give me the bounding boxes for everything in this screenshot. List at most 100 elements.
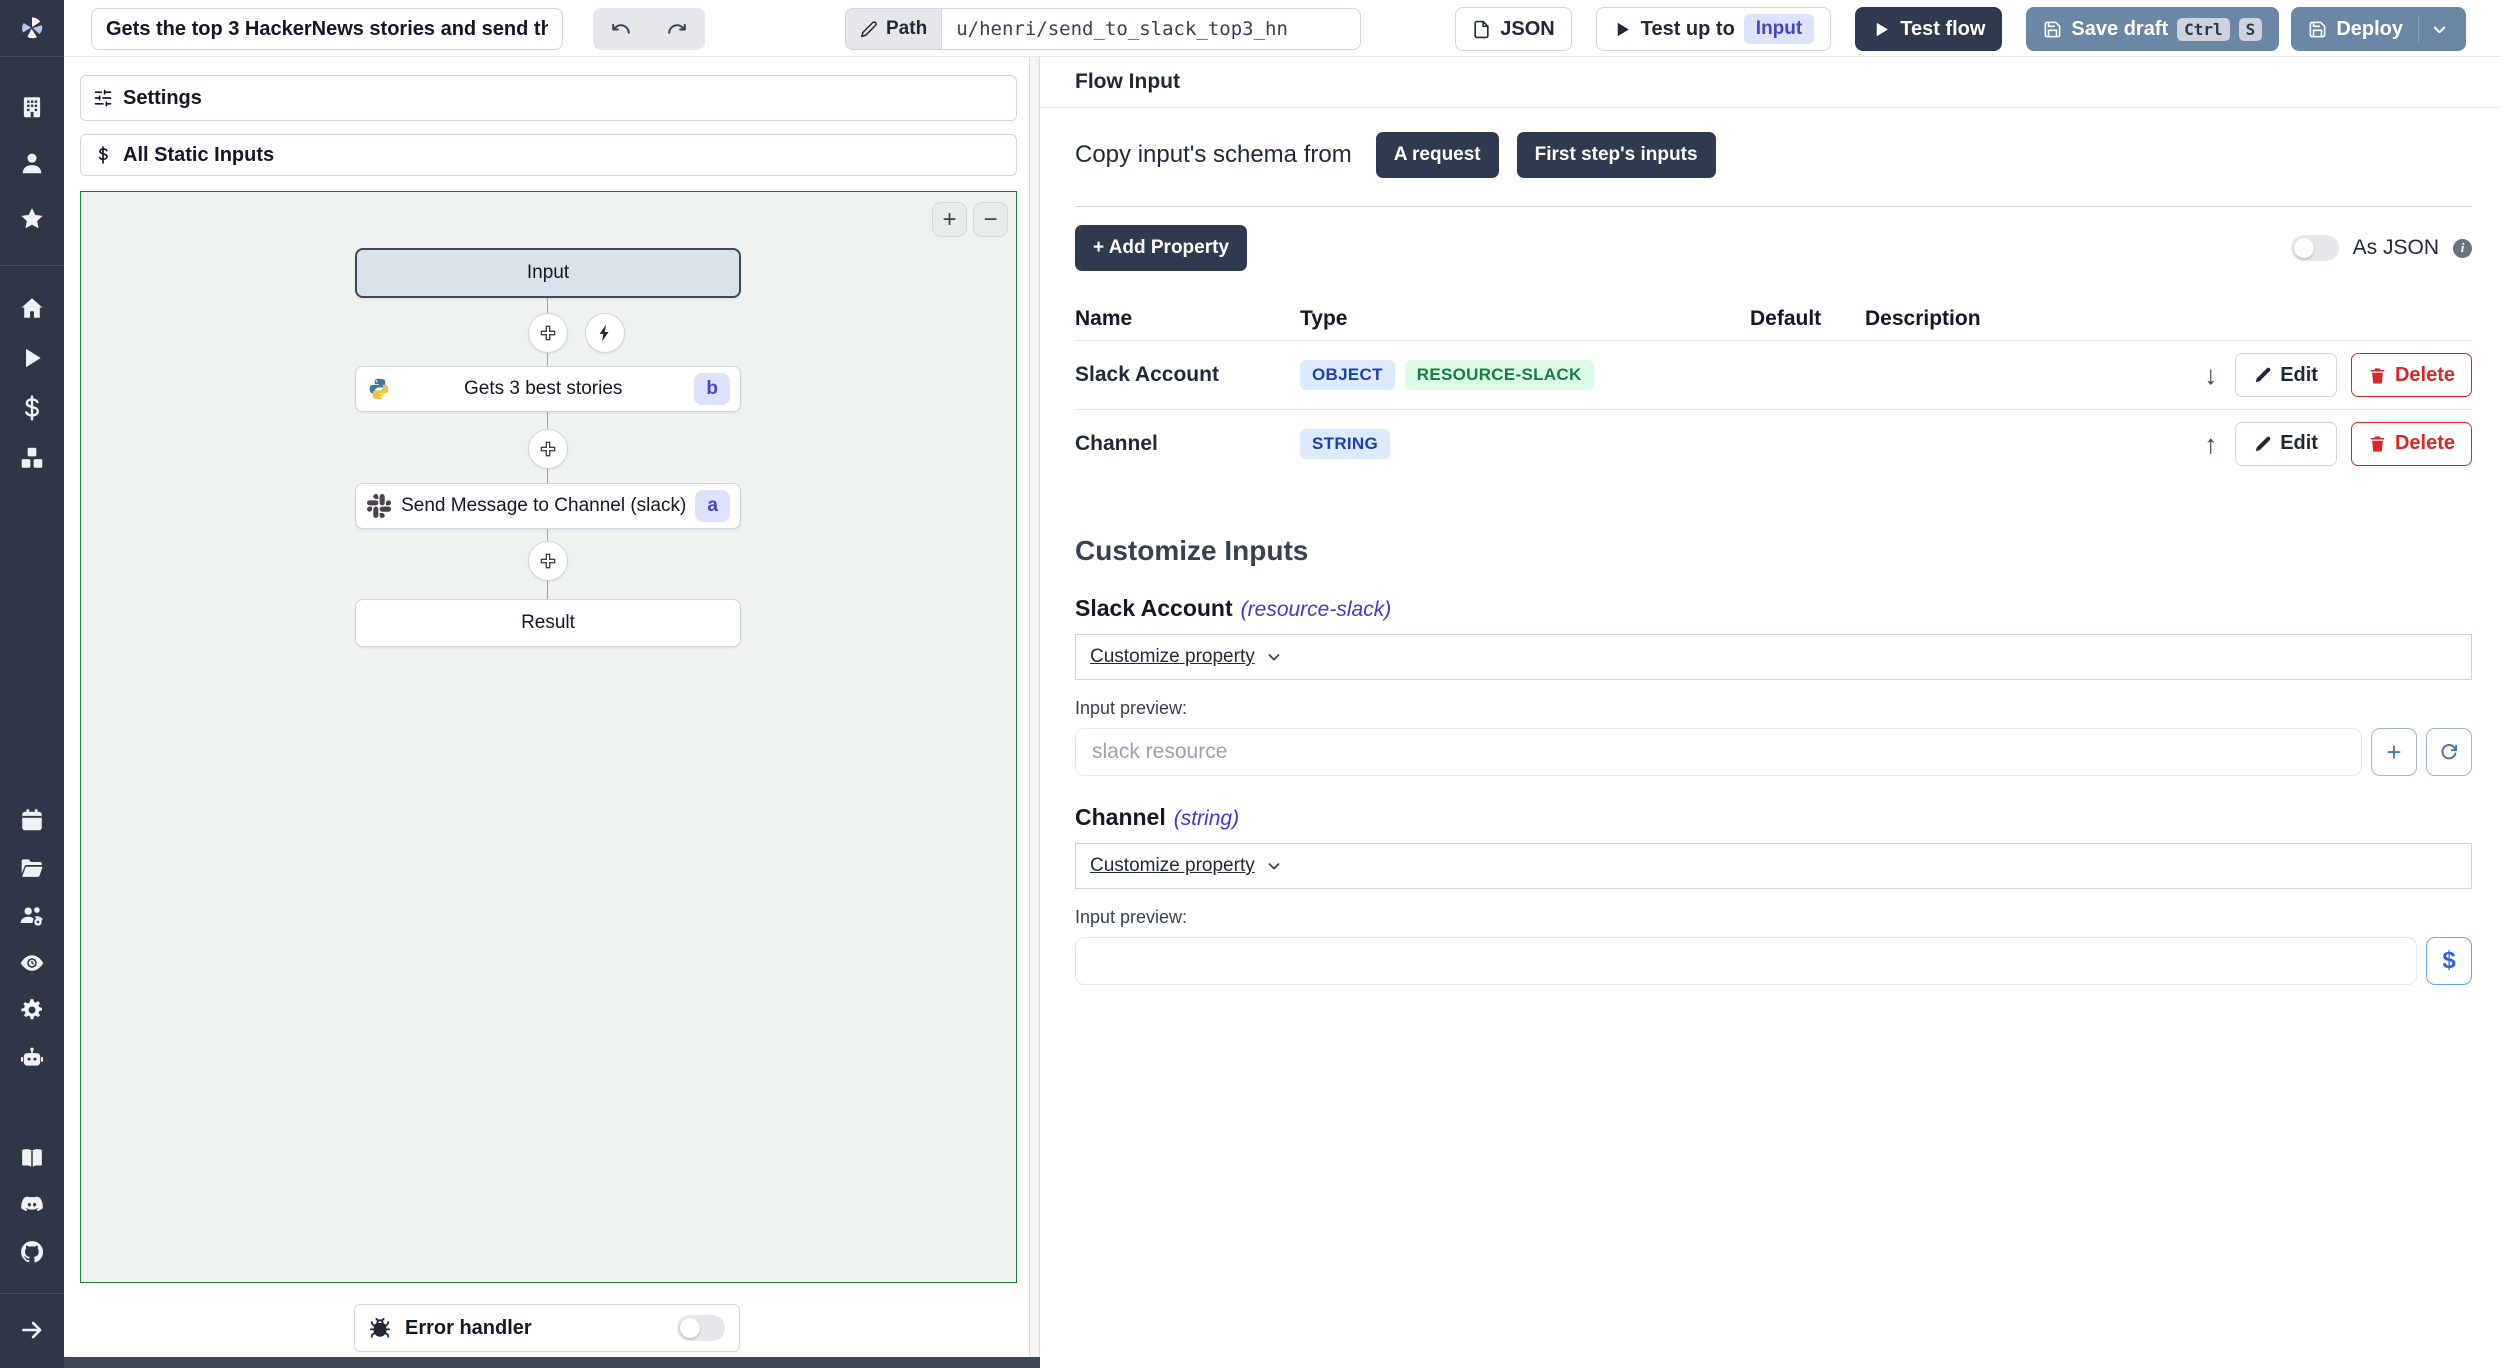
customize-item-heading: Slack Account (resource-slack) [1075, 595, 2472, 622]
undo-icon [612, 23, 630, 34]
groups-icon[interactable] [17, 901, 47, 931]
col-header-type: Type [1300, 306, 1348, 330]
workspace-building-icon[interactable] [17, 92, 47, 122]
horizontal-scrollbar[interactable] [64, 1357, 1040, 1368]
step-id-badge: a [695, 490, 730, 522]
test-flow-button[interactable]: Test flow [1855, 7, 2003, 51]
chevron-down-icon[interactable] [1265, 857, 1283, 875]
zoom-out-button[interactable]: − [973, 202, 1008, 237]
input-preview-label: Input preview: [1075, 907, 1188, 927]
info-icon[interactable]: i [2453, 238, 2472, 258]
error-handler-label: Error handler [405, 1316, 532, 1339]
sidebar-divider [0, 265, 64, 266]
copy-from-request-button[interactable]: A request [1375, 132, 1499, 178]
customize-property-box: Customize property [1075, 843, 2472, 889]
chevron-down-icon[interactable] [1265, 648, 1283, 666]
flow-node-step-b[interactable]: Gets 3 best stories b [355, 366, 741, 412]
save-draft-label: Save draft [2071, 17, 2169, 40]
customize-property-link[interactable]: Customize property [1090, 855, 1255, 877]
all-static-inputs-label: All Static Inputs [123, 143, 275, 166]
add-resource-button[interactable]: + [2371, 728, 2417, 776]
property-name: Channel [1075, 431, 1158, 455]
discord-icon[interactable] [17, 1190, 47, 1220]
folders-icon[interactable] [17, 853, 47, 883]
channel-preview-input[interactable] [1075, 937, 2417, 985]
favorites-star-icon[interactable] [17, 204, 47, 234]
variable-picker-button[interactable]: $ [2426, 937, 2472, 985]
error-handler-toggle[interactable] [677, 1315, 725, 1341]
type-badge-string: STRING [1300, 428, 1391, 459]
trash-icon [2370, 367, 2385, 384]
workers-robot-icon[interactable] [17, 1043, 47, 1073]
plus-icon [540, 553, 556, 569]
flow-node-step-a[interactable]: Send Message to Channel (slack) a [355, 483, 741, 529]
docs-book-icon[interactable] [17, 1143, 47, 1173]
zoom-in-button[interactable]: + [932, 202, 967, 237]
customize-property-link[interactable]: Customize property [1090, 646, 1255, 668]
delete-property-button[interactable]: Delete [2350, 353, 2472, 397]
deploy-button[interactable]: Deploy [2291, 7, 2466, 51]
copy-from-first-step-button[interactable]: First step's inputs [1516, 132, 1716, 178]
type-badge-object: OBJECT [1300, 360, 1395, 390]
chevron-down-icon [2433, 26, 2446, 33]
flow-title-input[interactable] [91, 8, 563, 50]
path-input[interactable] [941, 8, 1362, 50]
settings-gear-icon[interactable] [17, 995, 47, 1025]
test-up-to-target-badge[interactable]: Input [1743, 14, 1815, 44]
customize-item-heading: Channel (string) [1075, 804, 2472, 831]
move-up-arrow[interactable]: ↑ [2204, 431, 2217, 457]
settings-bar[interactable]: Settings [80, 75, 1017, 121]
play-icon [1876, 22, 1889, 36]
all-static-inputs-bar[interactable]: All Static Inputs [80, 134, 1017, 176]
property-name: Slack Account [1075, 363, 1219, 386]
add-step-button[interactable] [528, 541, 568, 581]
property-row-channel: Channel STRING ↑ Edit Delete [1075, 409, 2472, 477]
shortcut-ctrl: Ctrl [2177, 17, 2230, 41]
test-up-to-button[interactable]: Test up to Input [1595, 7, 1832, 51]
add-trigger-button[interactable] [585, 313, 625, 353]
flow-input-panel: Flow Input Copy input's schema from A re… [1040, 57, 2500, 1368]
refresh-button[interactable] [2426, 728, 2472, 776]
as-json-toggle[interactable] [2290, 235, 2339, 261]
properties-table: Name Type Default Description Slack Acco… [1075, 297, 2472, 477]
home-icon[interactable] [17, 293, 47, 323]
save-icon [2045, 21, 2061, 37]
runs-play-icon[interactable] [17, 343, 47, 373]
save-icon [2309, 21, 2326, 37]
path-edit-button[interactable]: Path [845, 8, 942, 50]
error-handler-bar[interactable]: Error handler [354, 1304, 740, 1352]
github-icon[interactable] [17, 1237, 47, 1267]
edit-property-button[interactable]: Edit [2235, 353, 2337, 397]
file-json-icon [1474, 20, 1489, 38]
move-down-arrow[interactable]: ↓ [2204, 362, 2217, 388]
flow-canvas[interactable]: + − Input Gets 3 best stories b Send Mes… [80, 191, 1017, 1283]
path-label: Path [886, 18, 928, 39]
slack-account-preview-input[interactable] [1075, 728, 2362, 776]
edit-label: Edit [2280, 432, 2318, 454]
step-id-badge: b [694, 373, 730, 405]
add-property-button[interactable]: + Add Property [1075, 225, 1248, 271]
windmill-logo-icon[interactable] [17, 13, 47, 43]
json-button[interactable]: JSON [1455, 7, 1572, 51]
path-group: Path [845, 8, 1362, 50]
input-preview-label: Input preview: [1075, 698, 1188, 718]
undo-button[interactable] [593, 8, 649, 50]
variables-dollar-icon[interactable] [17, 393, 47, 423]
save-draft-button[interactable]: Save draft Ctrl S [2026, 7, 2280, 51]
schedules-calendar-icon[interactable] [17, 805, 47, 835]
resources-cubes-icon[interactable] [17, 443, 47, 473]
edit-property-button[interactable]: Edit [2235, 421, 2337, 466]
add-step-button[interactable] [528, 429, 568, 469]
redo-button[interactable] [649, 8, 705, 50]
collapse-arrow-icon[interactable] [17, 1315, 47, 1345]
user-icon[interactable] [17, 148, 47, 178]
panel-splitter[interactable] [1029, 57, 1040, 1368]
python-icon [366, 376, 392, 402]
audit-eye-icon[interactable] [17, 948, 47, 978]
app-sidebar [0, 0, 64, 1368]
flow-node-input[interactable]: Input [355, 248, 741, 298]
delete-property-button[interactable]: Delete [2350, 421, 2472, 466]
flow-node-result[interactable]: Result [355, 599, 741, 647]
edit-label: Edit [2280, 363, 2318, 386]
add-step-button[interactable] [528, 313, 568, 353]
